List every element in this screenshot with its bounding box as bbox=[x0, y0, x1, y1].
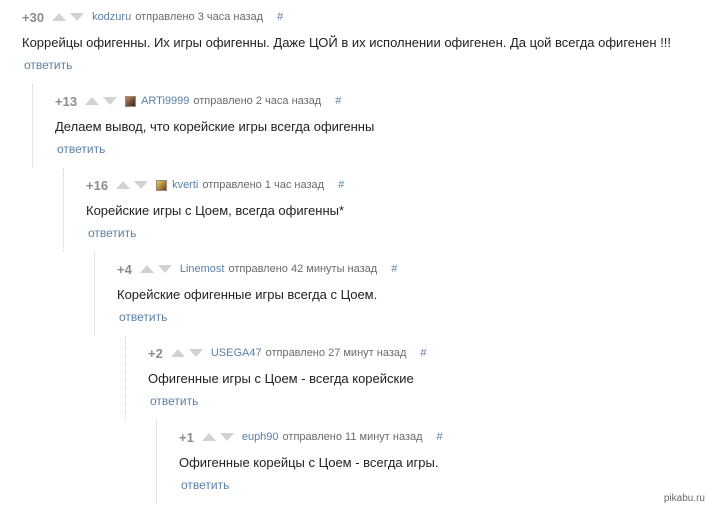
comment-text: Офигенные игры с Цоем - всегда корейские bbox=[148, 371, 414, 386]
permalink-link[interactable]: # bbox=[391, 263, 397, 275]
comment-score: +30 bbox=[22, 9, 45, 25]
comment-timestamp: отправлено 42 минуты назад bbox=[228, 263, 377, 275]
vote-down-icon[interactable] bbox=[70, 13, 85, 21]
vote-up-icon[interactable] bbox=[52, 13, 67, 21]
reply-link[interactable]: ответить bbox=[181, 478, 229, 492]
comment-text: Коррейцы офигенны. Их игры офигенны. Даж… bbox=[22, 35, 672, 50]
vote-down-icon[interactable] bbox=[157, 265, 172, 273]
sent-label: отправлено bbox=[282, 431, 342, 443]
comment-meta: +2 USEGA47 отправлено 27 минут назад # bbox=[148, 345, 427, 361]
sent-label: отправлено bbox=[135, 11, 195, 23]
comment-text: Корейские офигенные игры всегда с Цоем. bbox=[117, 287, 378, 302]
site-watermark: pikabu.ru bbox=[663, 493, 705, 504]
vote-down-icon[interactable] bbox=[219, 433, 234, 441]
permalink-link[interactable]: # bbox=[437, 431, 443, 443]
comment-score: +2 bbox=[148, 345, 163, 361]
comment-score: +4 bbox=[117, 261, 132, 277]
vote-up-icon[interactable] bbox=[85, 97, 100, 105]
time-ago: 27 минут назад bbox=[328, 347, 407, 359]
vote-down-icon[interactable] bbox=[134, 181, 149, 189]
permalink-link[interactable]: # bbox=[338, 179, 344, 191]
sent-label: отправлено bbox=[228, 263, 288, 275]
vote-down-icon[interactable] bbox=[188, 349, 203, 357]
comment-meta: +16 kverti отправлено 1 час назад # bbox=[86, 177, 344, 193]
comment-author[interactable]: USEGA47 bbox=[211, 347, 262, 359]
permalink-link[interactable]: # bbox=[420, 347, 426, 359]
vote-down-icon[interactable] bbox=[103, 97, 118, 105]
vote-up-icon[interactable] bbox=[116, 181, 131, 189]
user-avatar-icon[interactable] bbox=[125, 95, 137, 107]
comment-meta: +13 ARTi9999 отправлено 2 часа назад # bbox=[55, 93, 341, 109]
comment-timestamp: отправлено 1 час назад bbox=[202, 179, 324, 191]
comment-item: +13 ARTi9999 отправлено 2 часа назад # Д… bbox=[32, 84, 711, 168]
time-ago: 3 часа назад bbox=[197, 11, 264, 23]
permalink-link[interactable]: # bbox=[277, 11, 283, 23]
comment-item: +30 kodzuru отправлено 3 часа назад # Ко… bbox=[0, 0, 711, 84]
comment-item: +4 Linemost отправлено 42 минуты назад #… bbox=[94, 252, 711, 336]
user-avatar-icon[interactable] bbox=[156, 179, 168, 191]
comment-timestamp: отправлено 3 часа назад bbox=[135, 11, 263, 23]
permalink-link[interactable]: # bbox=[335, 95, 341, 107]
reply-link[interactable]: ответить bbox=[119, 310, 167, 324]
time-ago: 2 часа назад bbox=[255, 95, 322, 107]
reply-link[interactable]: ответить bbox=[88, 226, 136, 240]
comment-text: Делаем вывод, что корейские игры всегда … bbox=[55, 119, 375, 134]
sent-label: отправлено bbox=[193, 95, 253, 107]
sent-label: отправлено bbox=[202, 179, 262, 191]
comment-item: +16 kverti отправлено 1 час назад # Коре… bbox=[63, 168, 711, 252]
time-ago: 1 час назад bbox=[264, 179, 325, 191]
time-ago: 11 минут назад bbox=[345, 431, 423, 443]
comment-meta: +4 Linemost отправлено 42 минуты назад # bbox=[117, 261, 397, 277]
comment-thread: +30 kodzuru отправлено 3 часа назад # Ко… bbox=[0, 0, 711, 508]
time-ago: 42 минуты назад bbox=[290, 263, 378, 275]
comment-text: Корейские игры с Цоем, всегда офигенны* bbox=[86, 203, 345, 218]
comment-text: Офигенные корейцы с Цоем - всегда игры. bbox=[179, 455, 439, 470]
comment-score: +1 bbox=[179, 429, 194, 445]
comment-item: +1 euph90 отправлено 11 минут назад # Оф… bbox=[156, 420, 711, 504]
comment-author[interactable]: Linemost bbox=[180, 263, 225, 275]
comment-author[interactable]: kodzuru bbox=[92, 11, 131, 23]
comment-timestamp: отправлено 11 минут назад bbox=[283, 431, 423, 443]
vote-up-icon[interactable] bbox=[201, 433, 216, 441]
comment-timestamp: отправлено 27 минут назад bbox=[266, 347, 407, 359]
comment-meta: +30 kodzuru отправлено 3 часа назад # bbox=[22, 9, 283, 25]
comment-timestamp: отправлено 2 часа назад bbox=[193, 95, 321, 107]
vote-up-icon[interactable] bbox=[139, 265, 154, 273]
comment-author[interactable]: kverti bbox=[172, 179, 198, 191]
vote-up-icon[interactable] bbox=[170, 349, 185, 357]
comment-author[interactable]: ARTi9999 bbox=[141, 95, 189, 107]
comment-score: +16 bbox=[86, 177, 109, 193]
comment-meta: +1 euph90 отправлено 11 минут назад # bbox=[179, 429, 443, 445]
reply-link[interactable]: ответить bbox=[150, 394, 198, 408]
reply-link[interactable]: ответить bbox=[24, 58, 72, 72]
sent-label: отправлено bbox=[265, 347, 326, 359]
reply-link[interactable]: ответить bbox=[57, 142, 105, 156]
comment-score: +13 bbox=[55, 93, 78, 109]
comment-author[interactable]: euph90 bbox=[242, 431, 279, 443]
comment-item: +2 USEGA47 отправлено 27 минут назад # О… bbox=[125, 336, 711, 420]
